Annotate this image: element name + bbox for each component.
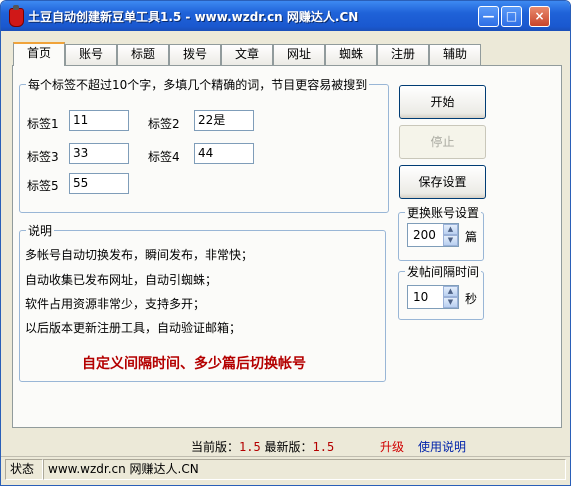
spin-up-icon[interactable]: ▲ — [443, 224, 458, 235]
account-switch-spinner[interactable]: 200 ▲ ▼ — [407, 223, 459, 247]
save-settings-button[interactable]: 保存设置 — [399, 165, 486, 199]
latest-version: 1.5 — [312, 440, 335, 454]
version-info: 当前版：1.5 最新版：1.5 — [191, 438, 334, 455]
current-version-label: 当前版： — [191, 440, 240, 454]
maximize-button[interactable]: □ — [501, 6, 522, 27]
tab-register[interactable]: 注册 — [377, 44, 429, 65]
tab-home[interactable]: 首页 — [13, 42, 65, 66]
stop-button[interactable]: 停止 — [399, 125, 486, 159]
status-label: 状态 — [5, 459, 43, 480]
spin-up-icon[interactable]: ▲ — [443, 286, 458, 297]
tab-title[interactable]: 标题 — [117, 44, 169, 65]
tab-dial[interactable]: 拨号 — [169, 44, 221, 65]
tag5-input[interactable]: 55 — [69, 173, 129, 194]
title-bar[interactable]: 土豆自动创建新豆单工具1.5 - www.wzdr.cn 网赚达人.CN — □… — [1, 1, 570, 31]
current-version: 1.5 — [239, 440, 261, 454]
minimize-button[interactable]: — — [478, 6, 499, 27]
close-button[interactable]: × — [529, 6, 550, 27]
description-line: 软件占用资源非常少，支持多开； — [25, 297, 206, 311]
start-button[interactable]: 开始 — [399, 85, 486, 119]
window-title: 土豆自动创建新豆单工具1.5 - www.wzdr.cn 网赚达人.CN — [28, 10, 359, 24]
description-line: 以后版本更新注册工具，自动验证邮箱； — [25, 321, 242, 335]
tag2-label: 标签2 — [148, 117, 180, 131]
description-legend: 说明 — [28, 224, 53, 238]
tab-article[interactable]: 文章 — [221, 44, 273, 65]
post-interval-spinner[interactable]: 10 ▲ ▼ — [407, 285, 459, 309]
tab-spider[interactable]: 蜘蛛 — [325, 44, 377, 65]
feature-banner: 自定义间隔时间、多少篇后切换帐号 — [82, 356, 306, 372]
tab-account[interactable]: 账号 — [65, 44, 117, 65]
tag2-input[interactable]: 22是 — [194, 110, 254, 131]
tag1-input[interactable]: 11 — [69, 110, 129, 131]
post-interval-unit: 秒 — [465, 292, 478, 306]
description-line: 自动收集已发布网址，自动引蜘蛛； — [25, 273, 218, 287]
home-panel: 每个标签不超过10个字，多填几个精确的词，节目更容易被搜到 标签1 11 标签2… — [12, 65, 562, 428]
tab-url[interactable]: 网址 — [273, 44, 325, 65]
tag3-label: 标签3 — [27, 150, 59, 164]
tag3-input[interactable]: 33 — [69, 143, 129, 164]
status-text: www.wzdr.cn 网赚达人.CN — [43, 459, 566, 480]
tag5-label: 标签5 — [27, 179, 59, 193]
app-icon — [9, 5, 24, 27]
account-switch-value: 200 — [413, 228, 436, 242]
account-switch-legend: 更换账号设置 — [407, 206, 480, 220]
spin-down-icon[interactable]: ▼ — [443, 297, 458, 308]
spin-down-icon[interactable]: ▼ — [443, 235, 458, 246]
tag1-label: 标签1 — [27, 117, 59, 131]
tags-legend: 每个标签不超过10个字，多填几个精确的词，节目更容易被搜到 — [28, 78, 368, 92]
latest-version-label: 最新版： — [264, 440, 313, 454]
tag4-label: 标签4 — [148, 150, 180, 164]
description-line: 多帐号自动切换发布，瞬间发布，非常快； — [25, 248, 254, 262]
main-window: 土豆自动创建新豆单工具1.5 - www.wzdr.cn 网赚达人.CN — □… — [0, 0, 571, 486]
post-interval-legend: 发帖间隔时间 — [407, 265, 480, 279]
tag4-input[interactable]: 44 — [194, 143, 254, 164]
account-switch-unit: 篇 — [465, 230, 478, 244]
status-bar: 状态 www.wzdr.cn 网赚达人.CN — [1, 456, 570, 485]
tab-auxiliary[interactable]: 辅助 — [429, 44, 481, 65]
help-link[interactable]: 使用说明 — [418, 438, 466, 455]
post-interval-value: 10 — [413, 290, 429, 304]
upgrade-link[interactable]: 升级 — [380, 438, 404, 455]
